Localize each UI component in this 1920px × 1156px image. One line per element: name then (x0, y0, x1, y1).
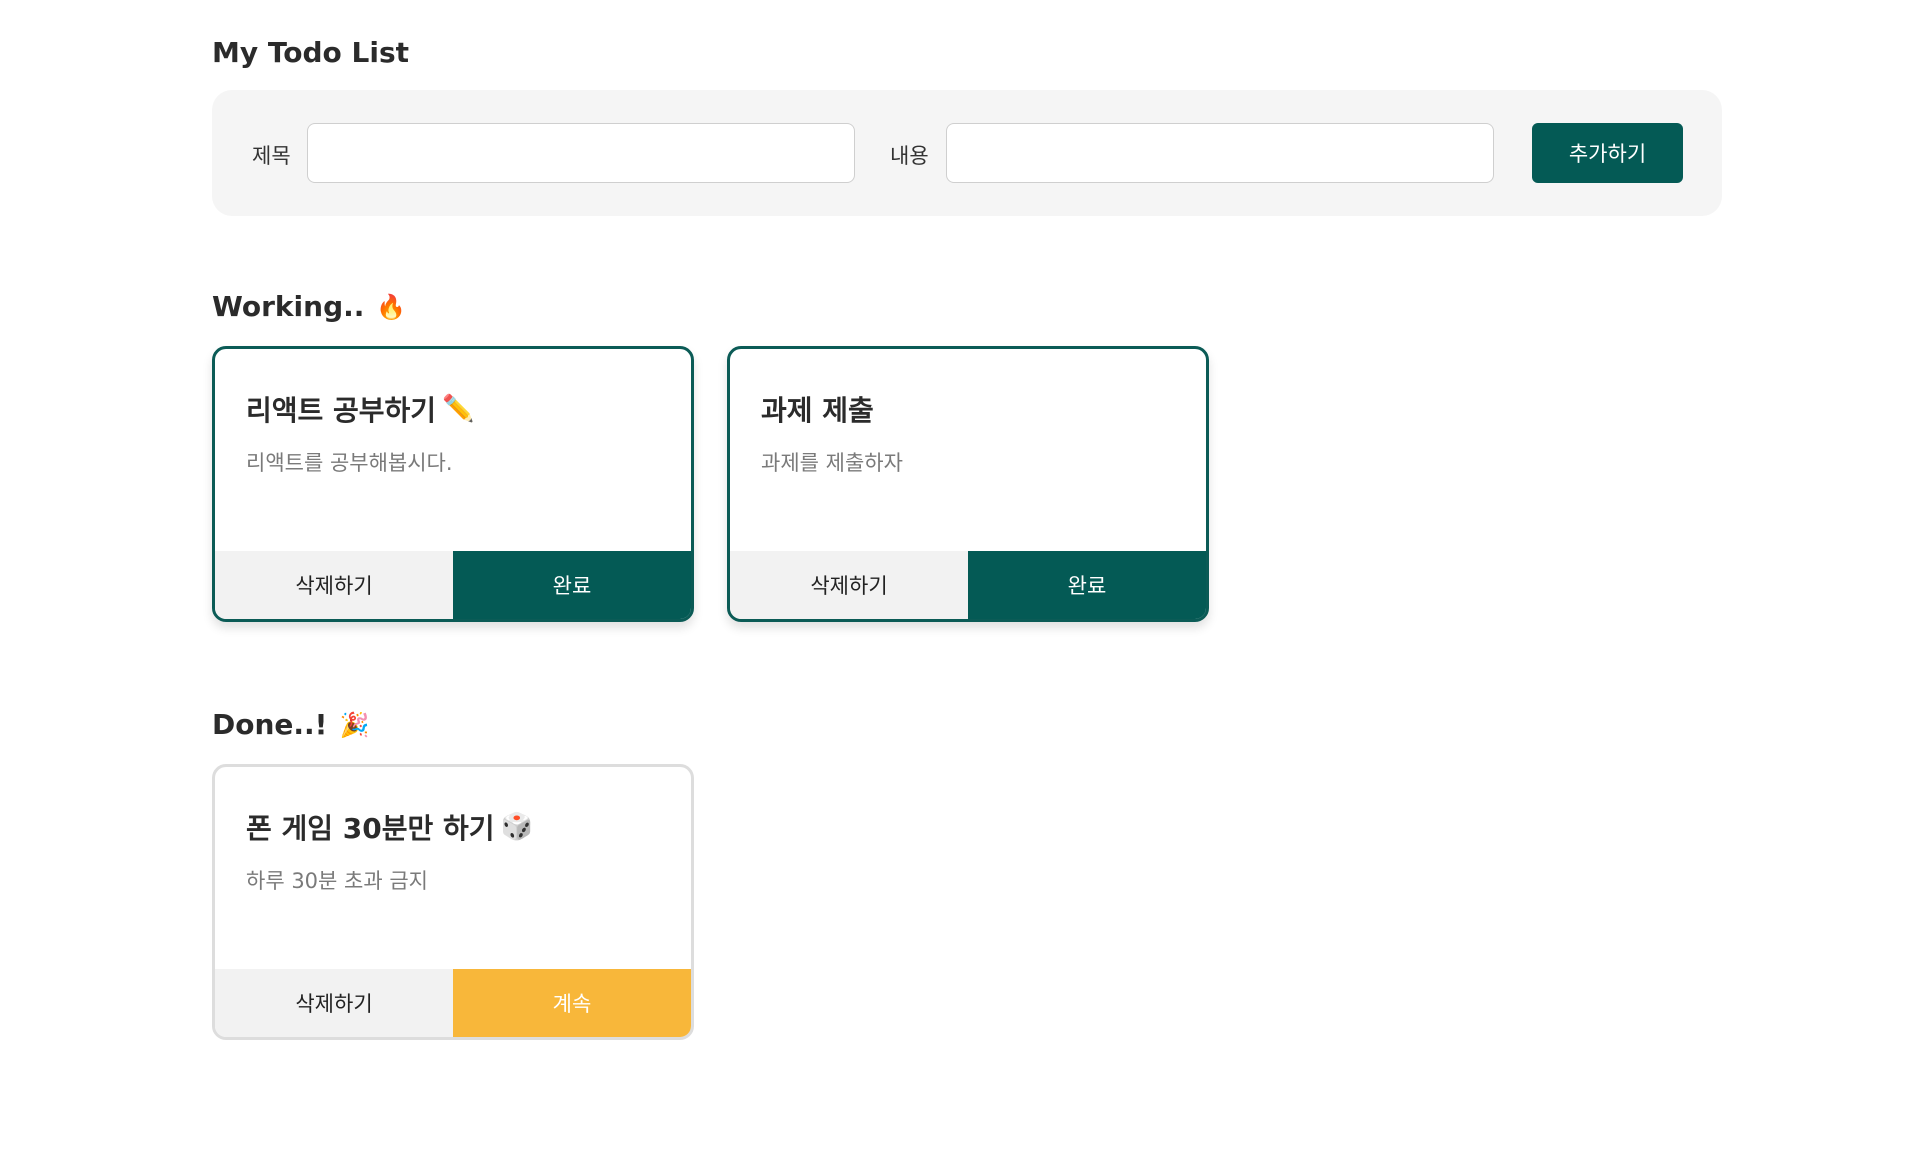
add-todo-form: 제목 내용 추가하기 (212, 90, 1722, 216)
content-label: 내용 (890, 144, 929, 168)
page-title: My Todo List (212, 36, 409, 69)
pencil-icon: ✏️ (442, 394, 475, 424)
card-body: 하루 30분 초과 금지 (246, 869, 428, 893)
todo-card: 리액트 공부하기 ✏️ 리액트를 공부해봅시다. 삭제하기 완료 (212, 346, 694, 622)
title-label: 제목 (252, 144, 291, 168)
card-body: 리액트를 공부해봅시다. (246, 451, 453, 475)
done-section-title: Done..! 🎉 (212, 708, 369, 741)
complete-button[interactable]: 완료 (453, 551, 691, 619)
card-title-text: 리액트 공부하기 (246, 394, 437, 427)
delete-button[interactable]: 삭제하기 (215, 551, 453, 619)
todo-card: 과제 제출 과제를 제출하자 삭제하기 완료 (727, 346, 1209, 622)
fire-icon: 🔥 (376, 292, 407, 321)
done-card: 폰 게임 30분만 하기 🎲 하루 30분 초과 금지 삭제하기 계속 (212, 764, 694, 1040)
card-actions: 삭제하기 완료 (730, 551, 1206, 619)
card-title: 폰 게임 30분만 하기 🎲 (246, 807, 533, 847)
working-title-text: Working.. (212, 290, 365, 323)
delete-button[interactable]: 삭제하기 (215, 969, 453, 1037)
delete-button[interactable]: 삭제하기 (730, 551, 968, 619)
card-actions: 삭제하기 계속 (215, 969, 691, 1037)
continue-button[interactable]: 계속 (453, 969, 691, 1037)
card-title-text: 폰 게임 30분만 하기 (246, 812, 495, 845)
card-title: 리액트 공부하기 ✏️ (246, 389, 474, 429)
done-title-text: Done..! (212, 708, 328, 741)
card-actions: 삭제하기 완료 (215, 551, 691, 619)
add-button[interactable]: 추가하기 (1532, 123, 1683, 183)
dice-icon: 🎲 (500, 812, 533, 842)
card-title: 과제 제출 (761, 389, 874, 429)
title-input[interactable] (307, 123, 855, 183)
complete-button[interactable]: 완료 (968, 551, 1206, 619)
card-body: 과제를 제출하자 (761, 451, 903, 475)
working-section-title: Working.. 🔥 (212, 290, 406, 323)
party-popper-icon: 🎉 (339, 710, 370, 739)
content-input[interactable] (946, 123, 1494, 183)
card-title-text: 과제 제출 (761, 394, 874, 427)
